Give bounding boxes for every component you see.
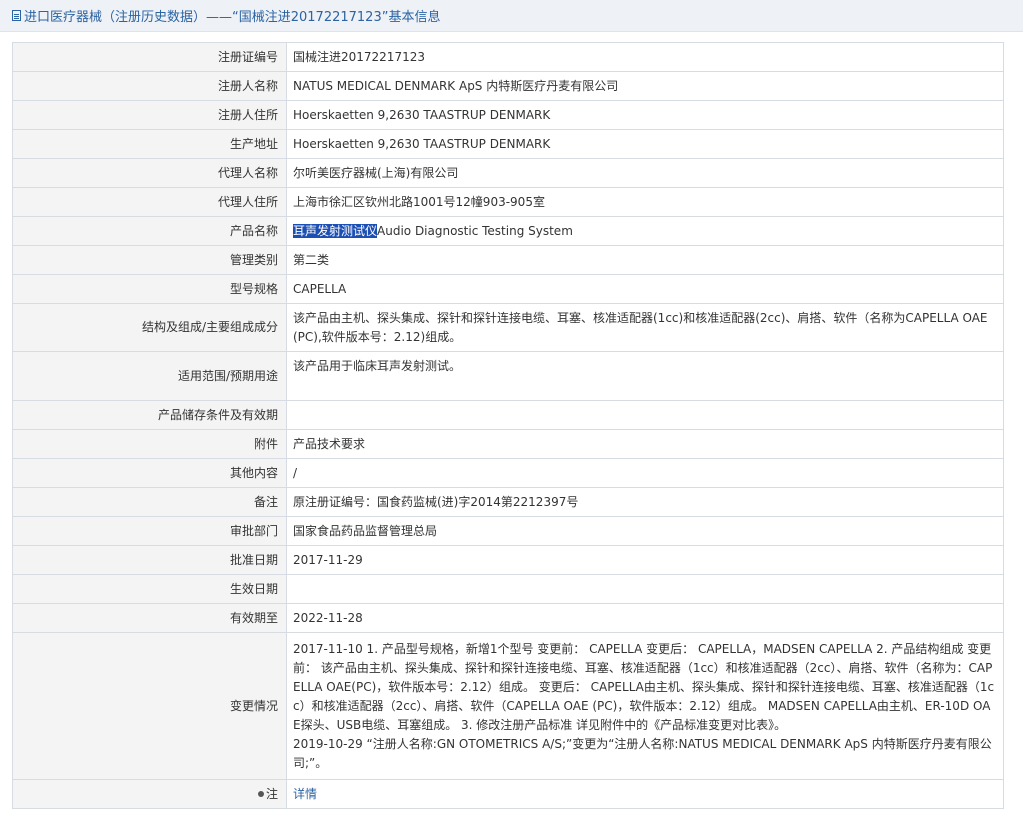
- table-row: 注册人名称 NATUS MEDICAL DENMARK ApS 内特斯医疗丹麦有…: [12, 71, 1004, 101]
- table-row: 注册人住所 Hoerskaetten 9,2630 TAASTRUP DENMA…: [12, 100, 1004, 130]
- row-value: CAPELLA: [286, 274, 1004, 304]
- table-row: 代理人住所 上海市徐汇区钦州北路1001号12幢903-905室: [12, 187, 1004, 217]
- table-row: 注册证编号 国械注进20172217123: [12, 42, 1004, 72]
- details-link[interactable]: 详情: [293, 787, 317, 801]
- row-value: 第二类: [286, 245, 1004, 275]
- table-row: 产品储存条件及有效期: [12, 400, 1004, 430]
- row-label: 其他内容: [12, 458, 287, 488]
- row-label: 结构及组成/主要组成成分: [12, 303, 287, 352]
- row-label: 备注: [12, 487, 287, 517]
- row-label: 适用范围/预期用途: [12, 351, 287, 401]
- row-value: 产品技术要求: [286, 429, 1004, 459]
- pin-icon: [257, 790, 264, 797]
- row-label: 管理类别: [12, 245, 287, 275]
- row-label: 生效日期: [12, 574, 287, 604]
- row-value: NATUS MEDICAL DENMARK ApS 内特斯医疗丹麦有限公司: [286, 71, 1004, 101]
- row-label: 注册人名称: [12, 71, 287, 101]
- table-row: 审批部门 国家食品药品监督管理总局: [12, 516, 1004, 546]
- change-entry: 2017-11-10 1. 产品型号规格，新增1个型号 变更前： CAPELLA…: [293, 641, 995, 732]
- row-value: /: [286, 458, 1004, 488]
- table-row: 附件 产品技术要求: [12, 429, 1004, 459]
- table-row: 管理类别 第二类: [12, 245, 1004, 275]
- page-title: 进口医疗器械（注册历史数据）——“国械注进20172217123”基本信息: [24, 10, 441, 25]
- table-row: 生产地址 Hoerskaetten 9,2630 TAASTRUP DENMAR…: [12, 129, 1004, 159]
- table-row: 结构及组成/主要组成成分 该产品由主机、探头集成、探针和探针连接电缆、耳塞、核准…: [12, 303, 1004, 352]
- note-label-cell: 注: [12, 779, 287, 809]
- product-name-value: 耳声发射测试仪Audio Diagnostic Testing System: [286, 216, 1004, 246]
- row-value: 2017-11-29: [286, 545, 1004, 575]
- row-label: 有效期至: [12, 603, 287, 633]
- row-label: 附件: [12, 429, 287, 459]
- row-value: [286, 400, 1004, 430]
- row-value: Hoerskaetten 9,2630 TAASTRUP DENMARK: [286, 100, 1004, 130]
- row-label: 型号规格: [12, 274, 287, 304]
- selected-text: 耳声发射测试仪: [293, 223, 378, 238]
- row-value: 国械注进20172217123: [286, 42, 1004, 72]
- row-value: 详情: [286, 779, 1004, 809]
- page-header: 进口医疗器械（注册历史数据）——“国械注进20172217123”基本信息: [0, 0, 1023, 32]
- row-label: 批准日期: [12, 545, 287, 575]
- row-value: 原注册证编号：国食药监械(进)字2014第2212397号: [286, 487, 1004, 517]
- row-value: [286, 574, 1004, 604]
- table-row: 生效日期: [12, 574, 1004, 604]
- row-value: Hoerskaetten 9,2630 TAASTRUP DENMARK: [286, 129, 1004, 159]
- row-value: 尔听美医疗器械(上海)有限公司: [286, 158, 1004, 188]
- row-label: 注: [265, 786, 278, 801]
- row-label: 产品名称: [12, 216, 287, 246]
- change-history-value: 2017-11-10 1. 产品型号规格，新增1个型号 变更前： CAPELLA…: [286, 632, 1004, 780]
- table-row: 批准日期 2017-11-29: [12, 545, 1004, 575]
- row-label: 注册证编号: [12, 42, 287, 72]
- table-row: 产品名称 耳声发射测试仪Audio Diagnostic Testing Sys…: [12, 216, 1004, 246]
- row-label: 代理人住所: [12, 187, 287, 217]
- document-icon: [12, 10, 21, 21]
- info-table: 注册证编号 国械注进20172217123 注册人名称 NATUS MEDICA…: [12, 42, 1004, 809]
- row-value: 该产品用于临床耳声发射测试。: [286, 351, 1004, 401]
- table-row: 变更情况 2017-11-10 1. 产品型号规格，新增1个型号 变更前： CA…: [12, 632, 1004, 780]
- row-label: 生产地址: [12, 129, 287, 159]
- row-label: 产品储存条件及有效期: [12, 400, 287, 430]
- table-row: 代理人名称 尔听美医疗器械(上海)有限公司: [12, 158, 1004, 188]
- table-row: 型号规格 CAPELLA: [12, 274, 1004, 304]
- product-name-english: Audio Diagnostic Testing System: [377, 223, 573, 238]
- row-value: 2022-11-28: [286, 603, 1004, 633]
- row-value: 上海市徐汇区钦州北路1001号12幢903-905室: [286, 187, 1004, 217]
- row-value: 该产品由主机、探头集成、探针和探针连接电缆、耳塞、核准适配器(1cc)和核准适配…: [286, 303, 1004, 352]
- row-label: 变更情况: [12, 632, 287, 780]
- row-label: 审批部门: [12, 516, 287, 546]
- table-row: 适用范围/预期用途 该产品用于临床耳声发射测试。: [12, 351, 1004, 401]
- row-label: 代理人名称: [12, 158, 287, 188]
- table-row: 注 详情: [12, 779, 1004, 809]
- row-value: 国家食品药品监督管理总局: [286, 516, 1004, 546]
- table-row: 其他内容 /: [12, 458, 1004, 488]
- change-entry: 2019-10-29 “注册人名称:GN OTOMETRICS A/S;”变更为…: [293, 736, 992, 770]
- table-row: 有效期至 2022-11-28: [12, 603, 1004, 633]
- table-row: 备注 原注册证编号：国食药监械(进)字2014第2212397号: [12, 487, 1004, 517]
- row-label: 注册人住所: [12, 100, 287, 130]
